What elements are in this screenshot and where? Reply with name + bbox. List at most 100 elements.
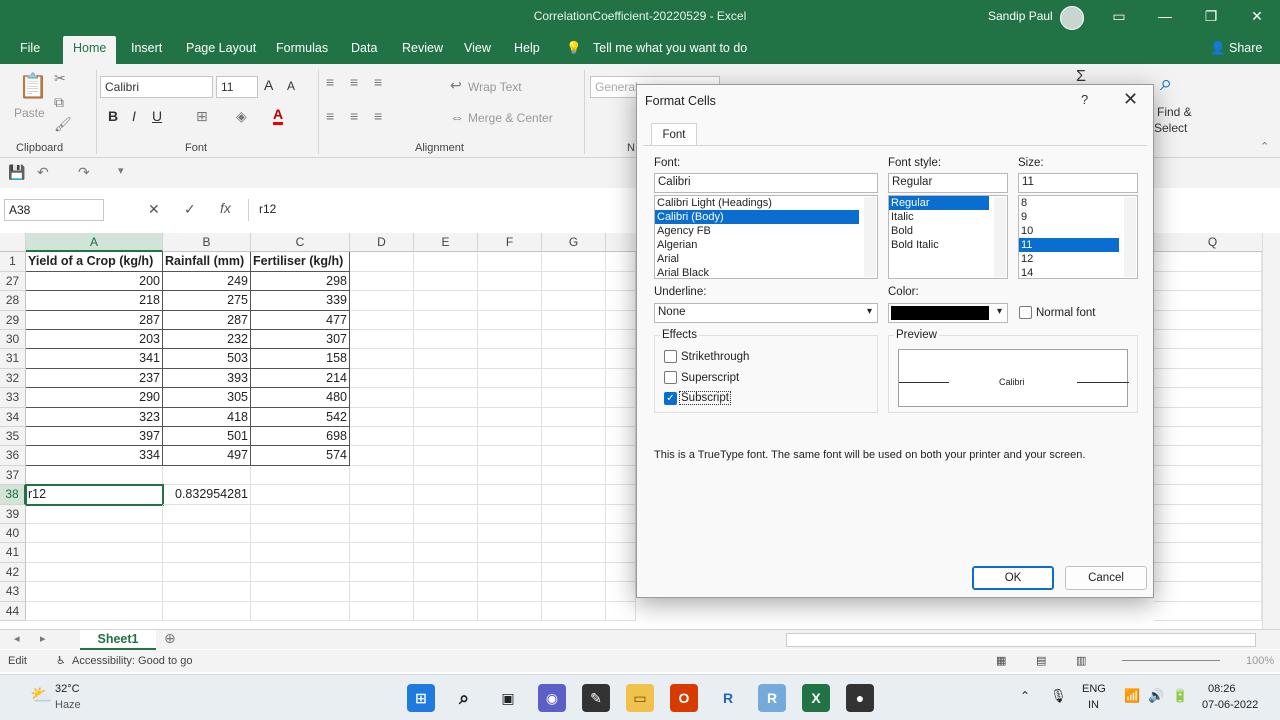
cell[interactable]: [478, 291, 542, 311]
tab-review[interactable]: Review: [402, 41, 443, 55]
cell[interactable]: 275: [163, 291, 251, 311]
cell[interactable]: [1154, 543, 1262, 563]
cell[interactable]: [350, 407, 414, 427]
cell[interactable]: 200: [26, 271, 163, 292]
cell[interactable]: [542, 310, 606, 330]
cell[interactable]: [414, 252, 478, 272]
cell[interactable]: r12: [25, 484, 164, 506]
cell[interactable]: 232: [163, 330, 251, 350]
chat-icon[interactable]: ◉: [538, 684, 566, 712]
align-bottom-icon[interactable]: ≡: [374, 74, 382, 90]
font-style-list-item[interactable]: Bold Italic: [889, 238, 1007, 252]
cell[interactable]: [1154, 252, 1262, 272]
cell[interactable]: [1154, 446, 1262, 466]
cell[interactable]: [350, 485, 414, 505]
cell[interactable]: [542, 368, 606, 389]
cell[interactable]: [414, 524, 478, 544]
add-sheet-icon[interactable]: ⊕: [164, 630, 176, 647]
align-center-icon[interactable]: ≡: [350, 108, 358, 124]
align-middle-icon[interactable]: ≡: [350, 74, 358, 90]
row-header[interactable]: 27: [0, 271, 26, 292]
cell[interactable]: 0.832954281: [163, 485, 251, 505]
cell[interactable]: [1154, 310, 1262, 330]
language-1[interactable]: ENG: [1082, 683, 1106, 695]
tab-view[interactable]: View: [464, 41, 491, 55]
subscript-checkbox[interactable]: ✓: [664, 392, 677, 405]
tab-file[interactable]: File: [20, 41, 40, 55]
save-icon[interactable]: 💾: [8, 164, 25, 181]
cell[interactable]: 542: [251, 407, 350, 427]
row-header[interactable]: 34: [0, 407, 26, 427]
fill-color-icon[interactable]: ◈: [236, 108, 247, 125]
cell[interactable]: [350, 446, 414, 466]
page-break-view-icon[interactable]: ▥: [1076, 654, 1086, 667]
column-header-q[interactable]: Q: [1154, 233, 1272, 252]
cell[interactable]: [251, 543, 350, 563]
cell[interactable]: [606, 582, 636, 602]
cell[interactable]: 305: [163, 388, 251, 408]
cell[interactable]: [478, 582, 542, 602]
cell[interactable]: [163, 562, 251, 583]
restore-icon[interactable]: ❐: [1200, 5, 1222, 27]
rstudio-icon[interactable]: R: [758, 684, 786, 712]
merge-center-button[interactable]: Merge & Center: [468, 111, 553, 125]
cell[interactable]: 574: [251, 446, 350, 466]
cell[interactable]: [606, 252, 636, 272]
cell[interactable]: [542, 349, 606, 369]
font-style-list-item[interactable]: Bold: [889, 224, 1007, 238]
size-list-item[interactable]: 11: [1019, 238, 1119, 252]
cell[interactable]: Yield of a Crop (kg/h): [26, 252, 163, 272]
italic-icon[interactable]: I: [132, 108, 136, 124]
cell[interactable]: [606, 485, 636, 505]
row-header[interactable]: 37: [0, 465, 26, 486]
cell[interactable]: [1154, 582, 1262, 602]
cell[interactable]: [350, 349, 414, 369]
cell[interactable]: [1154, 407, 1262, 427]
collapse-ribbon-icon[interactable]: ⌃: [1260, 140, 1269, 153]
cell[interactable]: 480: [251, 388, 350, 408]
cell[interactable]: [350, 524, 414, 544]
ok-button[interactable]: OK: [972, 566, 1054, 590]
font-input[interactable]: Calibri: [654, 173, 878, 193]
find-icon[interactable]: ⌕: [1160, 70, 1172, 96]
row-header[interactable]: 30: [0, 330, 26, 350]
underline-select[interactable]: None ▾: [654, 303, 878, 323]
row-header[interactable]: 33: [0, 388, 26, 408]
font-style-scrollbar[interactable]: [994, 197, 1006, 277]
cell[interactable]: [542, 562, 606, 583]
cell[interactable]: [1154, 465, 1262, 486]
user-name[interactable]: Sandip Paul: [988, 9, 1053, 23]
normal-font-checkbox[interactable]: [1019, 306, 1032, 319]
ribbon-display-icon[interactable]: ▭: [1108, 5, 1130, 27]
tab-insert[interactable]: Insert: [131, 41, 162, 55]
size-list-item[interactable]: 14: [1019, 266, 1137, 278]
r-icon[interactable]: R: [714, 684, 742, 712]
enter-entry-icon[interactable]: ✓: [184, 201, 196, 218]
cell[interactable]: [163, 582, 251, 602]
recorder-icon[interactable]: ●: [846, 684, 874, 712]
cell[interactable]: [350, 291, 414, 311]
cell[interactable]: [26, 562, 163, 583]
cell[interactable]: [606, 368, 636, 389]
wifi-icon[interactable]: 📶: [1124, 688, 1140, 704]
font-style-list[interactable]: Regular Italic Bold Bold Italic: [888, 195, 1008, 279]
cell[interactable]: [542, 330, 606, 350]
cell[interactable]: [1154, 504, 1262, 524]
tab-help[interactable]: Help: [514, 41, 540, 55]
size-input[interactable]: 11: [1018, 173, 1138, 193]
cell[interactable]: [478, 562, 542, 583]
customize-qat-icon[interactable]: ▾: [118, 164, 124, 177]
wrap-text-button[interactable]: Wrap Text: [468, 80, 522, 94]
cell[interactable]: [414, 388, 478, 408]
cell[interactable]: [542, 485, 606, 505]
format-painter-icon[interactable]: 🖌: [54, 116, 72, 133]
row-header[interactable]: 29: [0, 310, 26, 330]
cell[interactable]: [414, 543, 478, 563]
cell[interactable]: 287: [163, 310, 251, 330]
cell[interactable]: [606, 601, 636, 621]
horizontal-scrollbar[interactable]: [786, 633, 1256, 647]
cell[interactable]: [414, 485, 478, 505]
cell[interactable]: [478, 407, 542, 427]
cell[interactable]: [606, 388, 636, 408]
row-header[interactable]: 35: [0, 427, 26, 447]
